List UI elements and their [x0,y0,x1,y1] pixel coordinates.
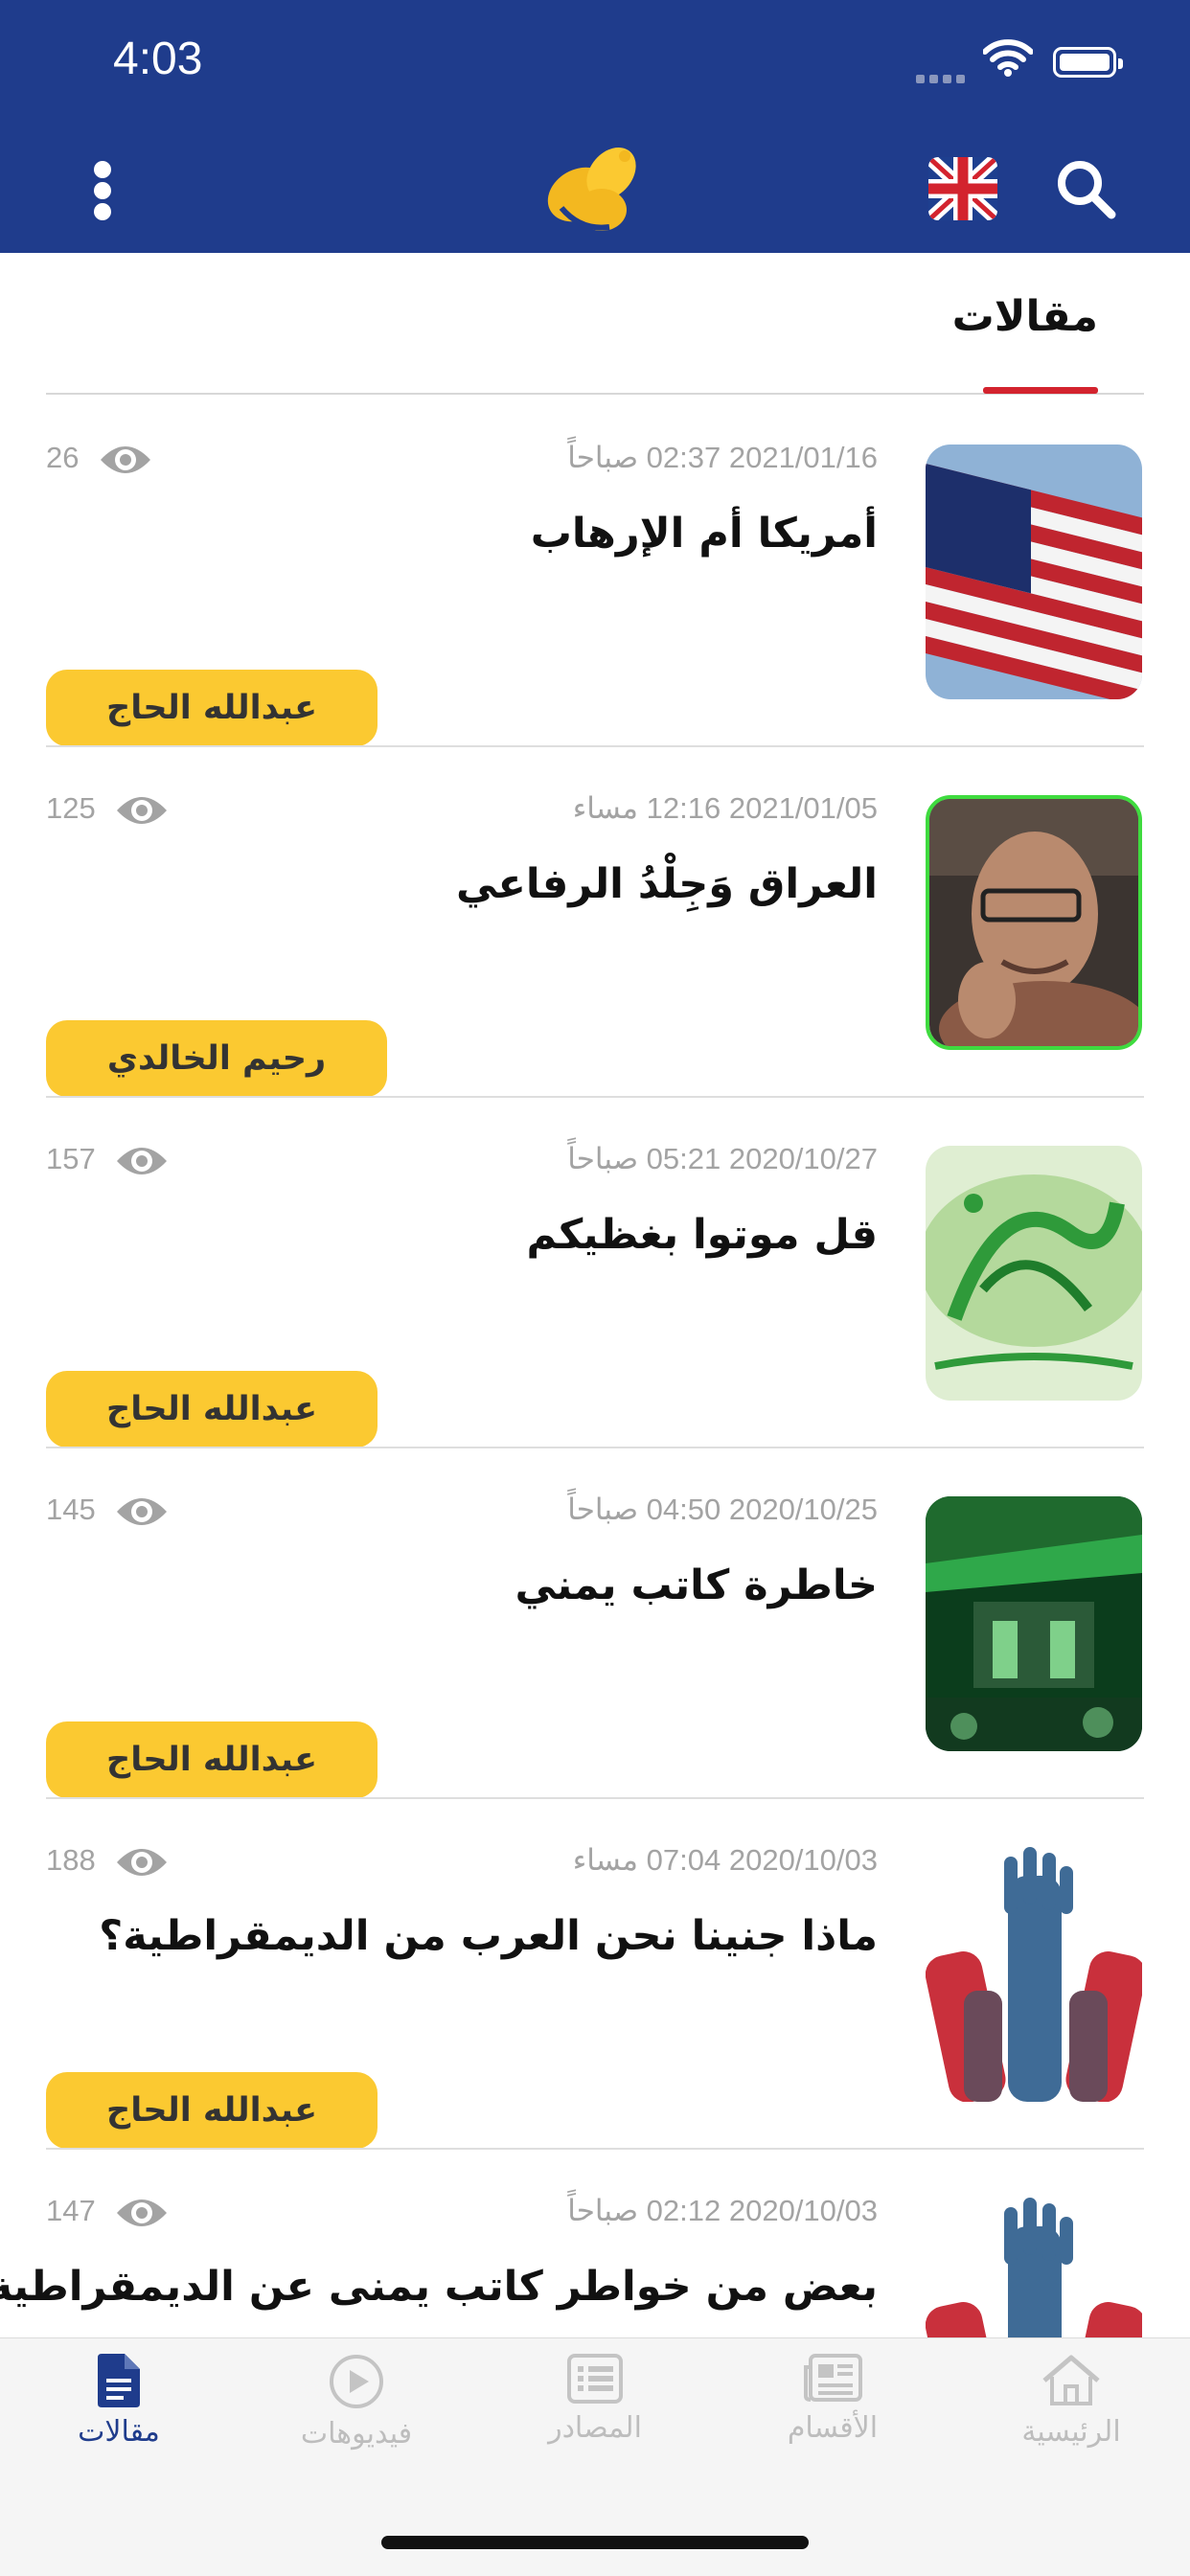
author-badge[interactable]: عبدالله الحاج [46,2072,378,2149]
eye-icon [117,1849,167,1876]
article-thumbnail [926,1496,1142,1751]
tab-label: فيديوهات [300,2417,413,2451]
article-thumbnail [926,2198,1142,2337]
battery-icon [1053,47,1123,78]
uk-flag-icon[interactable] [928,157,997,220]
more-options-icon[interactable] [92,161,113,220]
document-icon [98,2354,140,2407]
article-date: 2020/10/03 02:12 صباحاً [567,2194,878,2227]
tab-label: الأقسام [787,2411,879,2445]
article-title[interactable]: ماذا جنينا نحن العرب من الديمقراطية؟ [99,1912,878,1960]
tab-sources[interactable]: المصادر [476,2354,714,2497]
author-badge[interactable]: عبدالله الحاج [46,1721,378,1798]
tab-home[interactable]: الرئيسية [952,2354,1190,2497]
article-thumbnail [926,445,1142,699]
article-card[interactable]: 2020/10/27 05:21 صباحاً 157 قل موتوا بغظ… [0,1098,1190,1448]
article-title[interactable]: خاطرة كاتب يمني [515,1562,878,1609]
divider [46,393,1144,395]
article-date: 2020/10/27 05:21 صباحاً [567,1142,878,1175]
eye-icon [117,1498,167,1525]
home-icon [1042,2355,1100,2405]
newspaper-icon [804,2354,862,2402]
article-title[interactable]: بعض من خواطر كاتب يمنى عن الديمقراطية [0,2263,878,2311]
top-app-bar: 4:03 [0,0,1190,253]
view-count-number: 147 [46,2194,96,2227]
article-title[interactable]: العراق وَجِلْدُ الرفاعي [456,860,878,908]
article-title[interactable]: قل موتوا بغظيكم [527,1211,879,1259]
article-title[interactable]: أمريكا أم الإرهاب [531,510,878,558]
article-thumbnail [926,795,1142,1050]
tab-label: الرئيسية [1021,2415,1121,2449]
article-date: 2020/10/25 04:50 صباحاً [567,1493,878,1526]
view-count-number: 145 [46,1493,96,1526]
view-count-number: 188 [46,1843,96,1877]
active-tab-underline [983,387,1098,394]
wifi-icon [983,39,1033,77]
article-date: 2021/01/05 12:16 مساء [572,791,878,825]
article-card[interactable]: 2020/10/03 02:12 صباحاً 147 بعض من خواطر… [0,2150,1190,2337]
search-icon[interactable] [1054,157,1117,220]
eye-icon [101,446,150,473]
article-thumbnail [926,1847,1142,2102]
tab-videos[interactable]: فيديوهات [238,2354,475,2497]
author-badge[interactable]: رحيم الخالدي [46,1020,387,1097]
status-time: 4:03 [113,34,203,84]
article-date: 2021/01/16 02:37 صباحاً [567,441,878,474]
article-card[interactable]: 2020/10/03 07:04 مساء 188 ماذا جنينا نحن… [0,1799,1190,2150]
article-list: 2021/01/16 02:37 صباحاً 26 أمريكا أم الإ… [0,397,1190,2337]
play-icon [330,2355,383,2408]
article-date: 2020/10/03 07:04 مساء [572,1843,878,1877]
list-icon [567,2354,623,2404]
tab-articles[interactable]: مقالات [0,2354,238,2497]
tab-sections[interactable]: الأقسام [714,2354,951,2497]
eye-icon [117,2200,167,2226]
cellular-signal-icon [916,69,970,87]
article-card[interactable]: 2021/01/05 12:16 مساء 125 العراق وَجِلْد… [0,747,1190,1098]
view-count-number: 157 [46,1142,96,1175]
article-card[interactable]: 2021/01/16 02:37 صباحاً 26 أمريكا أم الإ… [0,397,1190,747]
eye-icon [117,1148,167,1174]
view-count-number: 125 [46,791,96,825]
article-card[interactable]: 2020/10/25 04:50 صباحاً 145 خاطرة كاتب ي… [0,1448,1190,1799]
section-title[interactable]: مقالات [952,292,1098,341]
home-indicator [381,2536,809,2549]
article-thumbnail [926,1146,1142,1401]
author-badge[interactable]: عبدالله الحاج [46,670,378,746]
tab-label: مقالات [78,2415,160,2449]
view-count-number: 26 [46,441,80,474]
tab-label: المصادر [548,2411,642,2445]
app-logo [547,148,636,231]
eye-icon [117,797,167,824]
author-badge[interactable]: عبدالله الحاج [46,1371,378,1448]
